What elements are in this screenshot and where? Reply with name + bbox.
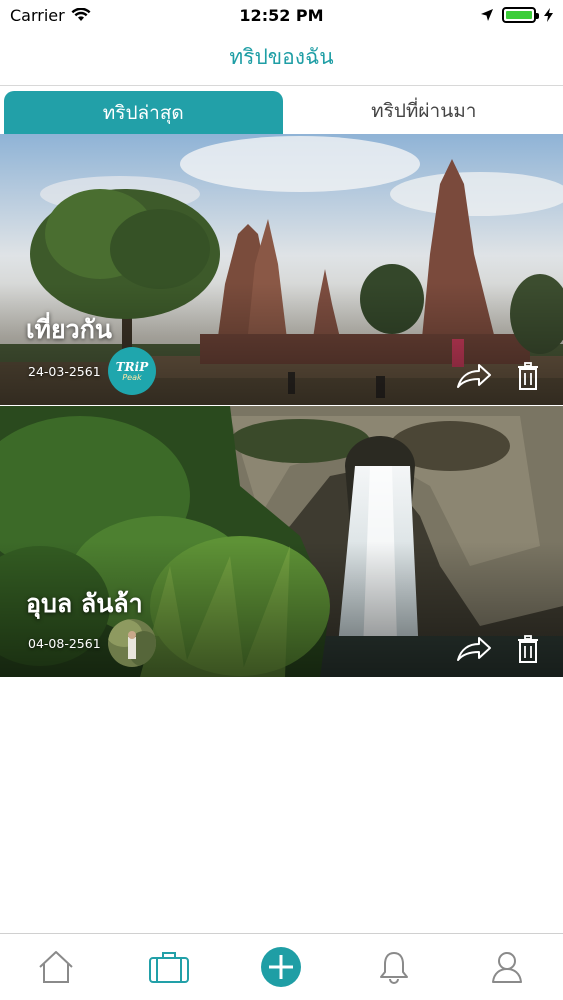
bottom-tab-bar bbox=[0, 933, 563, 1000]
share-icon bbox=[457, 637, 491, 661]
page-title: ทริปของฉัน bbox=[229, 45, 334, 69]
battery-fill bbox=[506, 11, 532, 19]
trash-icon bbox=[518, 362, 538, 390]
avatar-logo-text: TRiP bbox=[115, 359, 149, 374]
status-right bbox=[480, 7, 553, 23]
nav-bar: ทริปของฉัน bbox=[0, 30, 563, 86]
trip-date: 24-03-2561 bbox=[28, 364, 101, 379]
trip-title: อุบล ลันล้า bbox=[26, 589, 143, 618]
carrier-label: Carrier bbox=[10, 5, 65, 25]
battery-icon bbox=[502, 7, 539, 23]
trip-date: 04-08-2561 bbox=[28, 636, 101, 651]
tab-notifications[interactable] bbox=[364, 937, 424, 997]
location-arrow-icon bbox=[481, 9, 493, 21]
tab-past-trips[interactable]: ทริปที่ผ่านมา bbox=[285, 88, 563, 134]
trip-card[interactable]: อุบล ลันล้า 04-08-2561 bbox=[0, 406, 563, 677]
share-icon bbox=[457, 364, 491, 388]
briefcase-icon bbox=[148, 952, 189, 983]
status-left: Carrier bbox=[10, 6, 91, 25]
trash-icon bbox=[518, 635, 538, 663]
profile-icon bbox=[491, 952, 522, 983]
share-button[interactable] bbox=[454, 632, 494, 666]
wifi-icon bbox=[71, 8, 91, 21]
tab-home[interactable] bbox=[26, 937, 86, 997]
home-icon bbox=[39, 951, 73, 983]
charging-bolt-icon bbox=[544, 8, 553, 22]
delete-button[interactable] bbox=[508, 359, 548, 393]
trip-tabs: ทริปล่าสุด ทริปที่ผ่านมา bbox=[0, 88, 563, 134]
screen: Carrier 12:52 PM ทริปของฉัน ทริปล่าสุด ท… bbox=[0, 0, 563, 1000]
tab-add-trip[interactable] bbox=[251, 937, 311, 997]
share-button[interactable] bbox=[454, 359, 494, 393]
tab-my-trips[interactable] bbox=[139, 937, 199, 997]
trip-list: เที่ยวกัน 24-03-2561 TRiP Peak อุบล ลันล… bbox=[0, 134, 563, 678]
bell-icon bbox=[380, 952, 409, 984]
trip-avatar: TRiP Peak bbox=[108, 347, 156, 395]
status-bar: Carrier 12:52 PM bbox=[0, 0, 563, 30]
avatar-logo-sub: Peak bbox=[122, 372, 142, 382]
trip-avatar bbox=[108, 619, 156, 667]
trip-title: เที่ยวกัน bbox=[26, 315, 112, 344]
avatar-photo bbox=[108, 619, 156, 667]
add-icon bbox=[261, 947, 302, 987]
tab-latest-trips[interactable]: ทริปล่าสุด bbox=[4, 91, 283, 134]
trip-card[interactable]: เที่ยวกัน 24-03-2561 TRiP Peak bbox=[0, 134, 563, 405]
delete-button[interactable] bbox=[508, 632, 548, 666]
tab-profile[interactable] bbox=[477, 937, 537, 997]
